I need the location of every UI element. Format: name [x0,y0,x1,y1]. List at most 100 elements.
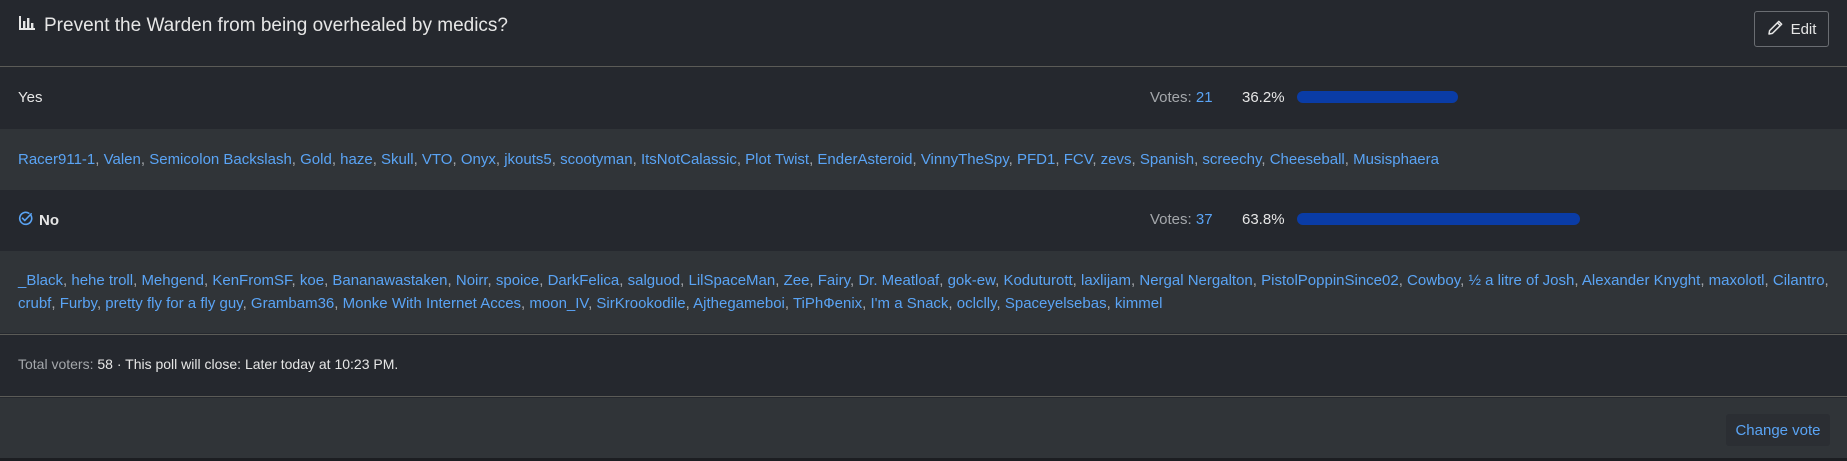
vote-percent: 63.8% [1242,211,1285,228]
voter-link[interactable]: crubf [18,295,51,312]
option-label: Yes [18,89,43,106]
voter-link[interactable]: Koduturott [1003,272,1072,289]
voter-names: _Black, hehe troll, Mehgend, KenFromSF, … [18,269,1829,315]
voter-separator: , [1398,272,1408,289]
voter-separator: , [291,272,300,289]
voter-link[interactable]: haze [340,151,373,168]
poll-summary: Total voters: 58 · This poll will close:… [0,334,1847,397]
voter-link[interactable]: moon_IV [529,295,588,312]
voter-link[interactable]: KenFromSF [212,272,291,289]
voter-link[interactable]: I'm a Snack [871,295,949,312]
voter-link[interactable]: LilSpaceMan [689,272,776,289]
voter-separator: , [680,272,689,289]
voter-separator: , [495,151,505,168]
voter-separator: , [1344,151,1354,168]
voter-link[interactable]: Cowboy [1407,272,1460,289]
voter-link[interactable]: Furby [60,295,97,312]
votes-number-link[interactable]: 21 [1196,89,1213,106]
voter-link[interactable]: maxolotl [1709,272,1765,289]
voter-separator: , [632,151,641,168]
voter-separator: , [447,272,456,289]
voter-link[interactable]: Semicolon Backslash [149,151,292,168]
voter-link[interactable]: oclclly [957,295,997,312]
voter-separator: , [784,295,793,312]
voter-link[interactable]: Mehgend [141,272,204,289]
vote-percent: 36.2% [1242,89,1285,106]
voter-link[interactable]: Spaceyelsebas [1005,295,1107,312]
poll-close-text: · This poll will close: Later today at 1… [116,356,399,372]
voter-link[interactable]: Plot Twist [745,151,809,168]
voter-separator: , [1106,295,1115,312]
voter-separator: , [996,295,1005,312]
bar-chart-icon [18,14,36,38]
voter-link[interactable]: Monke With Internet Acces [343,295,521,312]
voter-link[interactable]: DarkFelica [548,272,620,289]
voter-link[interactable]: Noirr [456,272,488,289]
voter-link[interactable]: Grambam36 [251,295,334,312]
voter-link[interactable]: Valen [104,151,141,168]
voter-link[interactable]: Ajthegameboi [693,295,785,312]
voter-link[interactable]: jkouts5 [504,151,552,168]
votes-number-link[interactable]: 37 [1196,211,1213,228]
pencil-icon [1767,19,1784,40]
change-vote-button[interactable]: Change vote [1726,414,1830,446]
voter-separator: , [140,151,150,168]
voter-link[interactable]: Musisphaera [1353,151,1439,168]
voter-link[interactable]: Zee [784,272,810,289]
voter-link[interactable]: salguod [628,272,681,289]
voter-separator: , [1252,272,1262,289]
voter-link[interactable]: screechy [1202,151,1261,168]
voter-link[interactable]: VTO [422,151,453,168]
voter-separator: , [1700,272,1709,289]
voter-separator: , [939,272,948,289]
votes-label: Votes: [1150,211,1192,228]
voter-link[interactable]: Racer911-1 [18,151,95,168]
voter-link[interactable]: kimmel [1115,295,1163,312]
voter-link[interactable]: Cilantro [1773,272,1825,289]
voter-link[interactable]: Dr. Meatloaf [858,272,939,289]
voter-separator: , [95,151,104,168]
voter-link[interactable]: ItsNotCalassic [641,151,737,168]
voter-separator: , [1055,151,1064,168]
total-voters-count: 58 [97,356,113,372]
voter-link[interactable]: laxlijam [1081,272,1131,289]
voter-link[interactable]: _Black [18,272,63,289]
voter-link[interactable]: SirKrookodile [596,295,685,312]
voter-link[interactable]: PistolPoppinSince02 [1261,272,1399,289]
voter-separator: , [685,295,694,312]
voter-link[interactable]: Onyx [461,151,496,168]
voter-separator: , [1008,151,1018,168]
voter-link[interactable]: PFD1 [1017,151,1055,168]
poll-option-no: No Votes: 37 63.8% [0,190,1847,251]
voter-link[interactable]: Gold [300,151,332,168]
voter-link[interactable]: Spanish [1140,151,1194,168]
voter-link[interactable]: zevs [1101,151,1132,168]
voter-link[interactable]: gok-ew [948,272,996,289]
voter-link[interactable]: Alexander Knyght [1582,272,1700,289]
voter-separator: , [331,151,341,168]
voter-link[interactable]: FCV [1064,151,1093,168]
edit-button[interactable]: Edit [1754,11,1829,47]
voter-link[interactable]: VinnyTheSpy [921,151,1009,168]
check-circle-icon [18,211,33,230]
voter-link[interactable]: Bananawastaken [332,272,447,289]
voter-link[interactable]: Fairy [818,272,850,289]
voter-separator: , [736,151,746,168]
voter-link[interactable]: pretty fly for a fly guy [105,295,242,312]
voter-link[interactable]: scootyman [560,151,633,168]
voter-link[interactable]: Nergal Nergalton [1139,272,1252,289]
voter-separator: , [1072,272,1081,289]
voter-separator: , [1131,151,1140,168]
voter-separator: , [51,295,60,312]
voter-link[interactable]: EnderAsteroid [817,151,912,168]
edit-label: Edit [1790,20,1817,38]
voter-separator: , [242,295,251,312]
voter-link[interactable]: ½ a litre of Josh [1468,272,1574,289]
voter-link[interactable]: Cheeseball [1270,151,1345,168]
voter-link[interactable]: hehe troll [71,272,133,289]
voter-separator: , [487,272,496,289]
voter-link[interactable]: Skull [381,151,414,168]
voter-link[interactable]: koe [300,272,324,289]
voter-link[interactable]: TiPhФenix [793,295,862,312]
voter-link[interactable]: spoice [496,272,539,289]
